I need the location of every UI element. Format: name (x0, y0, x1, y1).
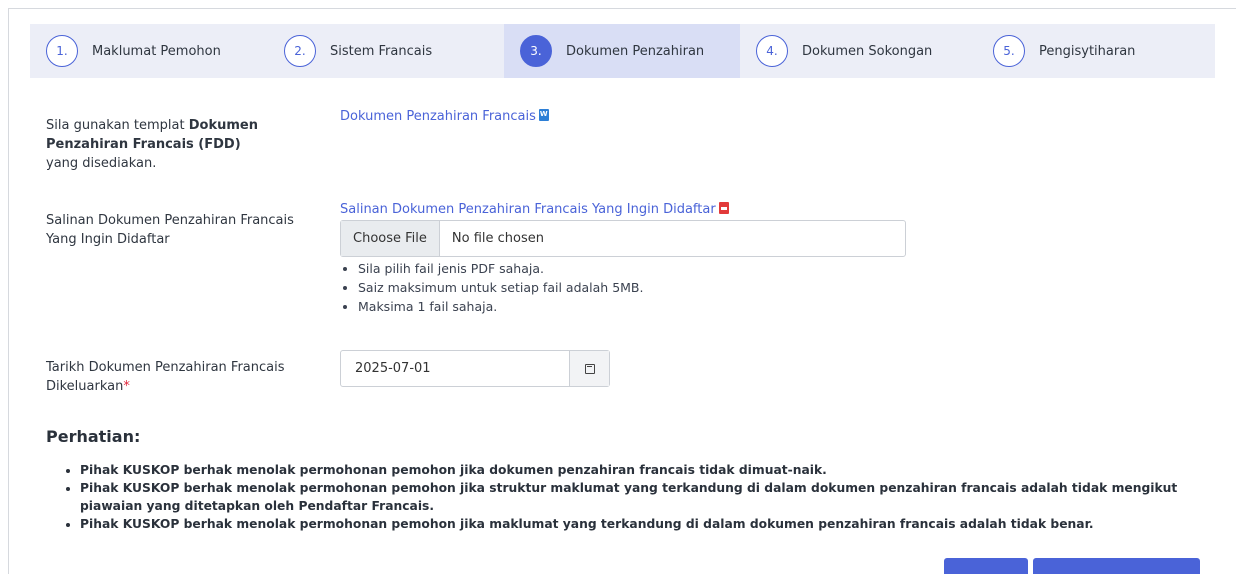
pdf-file-icon (718, 202, 729, 214)
step-dokumen-sokongan[interactable]: 4. Dokumen Sokongan (740, 24, 977, 78)
file-status: No file chosen (451, 231, 544, 246)
step-sistem-francais[interactable]: 2. Sistem Francais (268, 24, 504, 78)
step-label: Dokumen Penzahiran (566, 43, 705, 59)
step-label: Pengisytiharan (1039, 43, 1136, 59)
required-mark: * (123, 379, 130, 394)
date-label-text: Tarikh Dokumen Penzahiran Francais Dikel… (46, 360, 285, 394)
step-number: 4. (756, 35, 788, 67)
template-instruction-pre: Sila gunakan templat (46, 118, 189, 133)
date-field[interactable]: 2025-07-01 (340, 350, 610, 387)
notice-item: Pihak KUSKOP berhak menolak permohonan p… (80, 479, 1190, 515)
template-instruction: Sila gunakan templat Dokumen Penzahiran … (46, 116, 276, 173)
top-border (8, 8, 1236, 9)
upload-sample-link[interactable]: Salinan Dokumen Penzahiran Francais Yang… (340, 202, 729, 217)
back-button[interactable] (944, 558, 1028, 574)
word-file-icon (538, 109, 549, 121)
template-download-link[interactable]: Dokumen Penzahiran Francais (340, 109, 549, 124)
step-number: 2. (284, 35, 316, 67)
hint-item: Maksima 1 fail sahaja. (358, 297, 644, 316)
step-number: 1. (46, 35, 78, 67)
calendar-icon (584, 363, 595, 374)
choose-file-button[interactable]: Choose File (341, 221, 440, 256)
step-dokumen-penzahiran[interactable]: 3. Dokumen Penzahiran (504, 24, 740, 78)
page-frame: 1. Maklumat Pemohon 2. Sistem Francais 3… (0, 0, 1236, 574)
step-label: Sistem Francais (330, 43, 433, 59)
step-pengisytiharan[interactable]: 5. Pengisytiharan (977, 24, 1215, 78)
step-maklumat-pemohon[interactable]: 1. Maklumat Pemohon (30, 24, 268, 78)
notice-item: Pihak KUSKOP berhak menolak permohonan p… (80, 461, 1190, 479)
hint-item: Saiz maksimum untuk setiap fail adalah 5… (358, 278, 644, 297)
notice-list: Pihak KUSKOP berhak menolak permohonan p… (80, 461, 1190, 533)
template-link-text: Dokumen Penzahiran Francais (340, 109, 536, 124)
date-label: Tarikh Dokumen Penzahiran Francais Dikel… (46, 358, 306, 396)
step-number: 5. (993, 35, 1025, 67)
save-next-button[interactable] (1033, 558, 1200, 574)
wizard-stepper: 1. Maklumat Pemohon 2. Sistem Francais 3… (30, 24, 1215, 78)
hint-item: Sila pilih fail jenis PDF sahaja. (358, 259, 644, 278)
file-upload-input[interactable]: Choose File No file chosen (340, 220, 906, 257)
upload-link-text: Salinan Dokumen Penzahiran Francais Yang… (340, 202, 716, 217)
step-number: 3. (520, 35, 552, 67)
upload-label: Salinan Dokumen Penzahiran Francais Yang… (46, 213, 294, 247)
date-value[interactable]: 2025-07-01 (341, 361, 569, 376)
notice-item: Pihak KUSKOP berhak menolak permohonan p… (80, 515, 1190, 533)
upload-hints: Sila pilih fail jenis PDF sahaja. Saiz m… (358, 259, 644, 316)
date-picker-button[interactable] (569, 351, 609, 386)
step-label: Maklumat Pemohon (92, 43, 221, 59)
step-label: Dokumen Sokongan (802, 43, 933, 59)
left-border (8, 8, 9, 574)
notice-title: Perhatian: (46, 427, 141, 446)
template-instruction-post: yang disediakan. (46, 156, 157, 171)
